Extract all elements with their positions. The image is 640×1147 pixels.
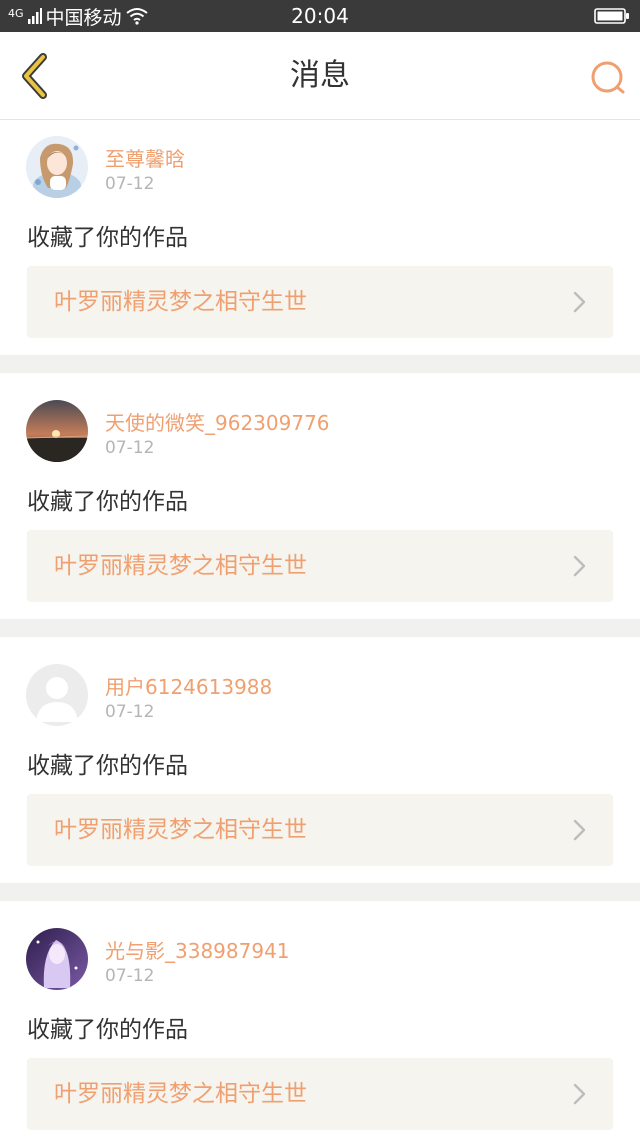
message-date: 07-12 xyxy=(105,438,155,458)
message-username[interactable]: 天使的微笑_962309776 xyxy=(105,407,330,436)
chevron-left-icon xyxy=(22,53,47,99)
avatar-image xyxy=(26,928,88,990)
carrier-name: 中国移动 xyxy=(45,6,122,29)
anime-girl-avatar[interactable] xyxy=(26,136,88,198)
work-link[interactable]: 叶罗丽精灵梦之相守生世 xyxy=(27,530,613,602)
message-action: 收藏了你的作品 xyxy=(27,753,188,779)
message-date: 07-12 xyxy=(105,174,155,194)
message-card: 光与影_338987941 07-12 收藏了你的作品 叶罗丽精灵梦之相守生世 xyxy=(0,901,640,1147)
network-type: 4G xyxy=(8,6,24,20)
message-list: 至尊馨晗 07-12 收藏了你的作品 叶罗丽精灵梦之相守生世 天使的微笑_962… xyxy=(0,121,640,1147)
work-link[interactable]: 叶罗丽精灵梦之相守生世 xyxy=(27,1058,613,1130)
message-username[interactable]: 至尊馨晗 xyxy=(105,143,185,172)
work-title: 叶罗丽精灵梦之相守生世 xyxy=(54,553,307,579)
search-icon xyxy=(591,61,625,94)
message-card: 天使的微笑_962309776 07-12 收藏了你的作品 叶罗丽精灵梦之相守生… xyxy=(0,373,640,619)
message-date: 07-12 xyxy=(105,966,155,986)
avatar-image xyxy=(26,400,88,462)
separator xyxy=(0,883,640,901)
message-card: 至尊馨晗 07-12 收藏了你的作品 叶罗丽精灵梦之相守生世 xyxy=(0,121,640,355)
sunset-avatar[interactable] xyxy=(26,400,88,462)
chevron-right-icon xyxy=(573,291,586,313)
avatar-image xyxy=(26,136,88,198)
chevron-right-icon xyxy=(573,555,586,577)
status-right xyxy=(594,0,630,32)
header: 消息 xyxy=(0,32,640,120)
message-username[interactable]: 光与影_338987941 xyxy=(105,935,290,964)
work-title: 叶罗丽精灵梦之相守生世 xyxy=(54,1081,307,1107)
separator xyxy=(0,355,640,373)
chevron-right-icon xyxy=(573,819,586,841)
work-title: 叶罗丽精灵梦之相守生世 xyxy=(54,817,307,843)
wifi-icon xyxy=(125,8,148,25)
message-card: 用户6124613988 07-12 收藏了你的作品 叶罗丽精灵梦之相守生世 xyxy=(0,637,640,883)
page-title: 消息 xyxy=(290,58,350,93)
search-button[interactable] xyxy=(586,56,630,100)
back-button[interactable] xyxy=(10,52,58,100)
message-action: 收藏了你的作品 xyxy=(27,489,188,515)
avatar-image xyxy=(26,664,88,726)
work-link[interactable]: 叶罗丽精灵梦之相守生世 xyxy=(27,794,613,866)
message-action: 收藏了你的作品 xyxy=(27,1017,188,1043)
work-link[interactable]: 叶罗丽精灵梦之相守生世 xyxy=(27,266,613,338)
work-title: 叶罗丽精灵梦之相守生世 xyxy=(54,289,307,315)
status-left: 4G 中国移动 xyxy=(8,0,148,32)
status-bar: 4G 中国移动 20:04 xyxy=(0,0,640,32)
chevron-right-icon xyxy=(573,1083,586,1105)
message-username[interactable]: 用户6124613988 xyxy=(105,671,272,700)
purple-hair-girl-avatar[interactable] xyxy=(26,928,88,990)
signal-icon xyxy=(27,8,42,24)
battery-icon xyxy=(594,8,629,24)
message-date: 07-12 xyxy=(105,702,155,722)
default-user-avatar[interactable] xyxy=(26,664,88,726)
separator xyxy=(0,619,640,637)
message-action: 收藏了你的作品 xyxy=(27,225,188,251)
